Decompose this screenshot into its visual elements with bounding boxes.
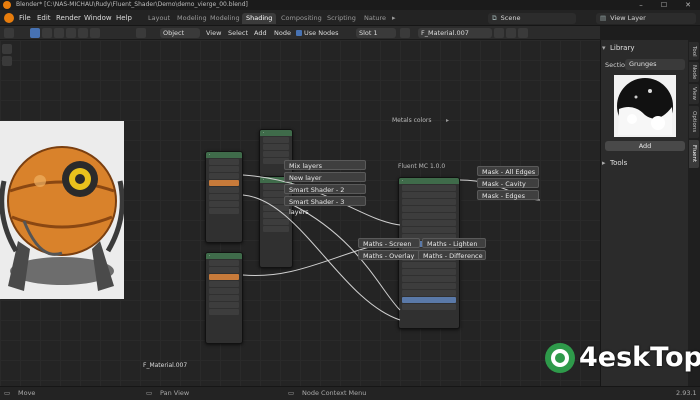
- node-editor-header: Object View Select Add Node Use Nodes Sl…: [0, 26, 600, 40]
- watermark-logo: 4eskTop: [543, 339, 700, 377]
- workspace-tab-compositing[interactable]: Compositing: [277, 13, 326, 24]
- slot-dropdown[interactable]: Slot 1: [356, 28, 396, 38]
- section-dropdown[interactable]: Grunges: [625, 59, 685, 70]
- blender-menu-icon[interactable]: [4, 13, 14, 23]
- menu-help[interactable]: Help: [116, 10, 132, 26]
- menu-item-new-layer[interactable]: New layer: [284, 172, 366, 182]
- tab-node[interactable]: Node: [689, 62, 699, 82]
- mouse-right-icon: ▭: [288, 389, 295, 397]
- menu-file[interactable]: File: [19, 10, 31, 26]
- scene-name: Scene: [500, 14, 521, 22]
- node-menu[interactable]: Node: [274, 28, 291, 38]
- library-panel-header[interactable]: ▾ Library: [601, 42, 689, 54]
- shader-type-icon[interactable]: [136, 28, 146, 38]
- material-name-field[interactable]: F_Material.007: [418, 28, 492, 38]
- panel-collapse-icon: ▾: [602, 44, 606, 52]
- window-title: Blender* [C:\NAS-MICHAU\Rudy\Fluent_Shad…: [16, 1, 248, 8]
- menu-item-maths-screen[interactable]: Maths - Screen: [358, 238, 420, 248]
- menu-item-mask-edges[interactable]: Mask - Edges: [477, 190, 539, 200]
- status-move: Move: [18, 389, 36, 397]
- tab-options[interactable]: Options: [689, 106, 699, 138]
- use-nodes-label: Use Nodes: [304, 29, 339, 37]
- menu-item-mask-all-edges[interactable]: Mask - All Edges: [477, 166, 539, 176]
- fake-user-icon[interactable]: [494, 28, 504, 38]
- material-browse-icon[interactable]: [400, 28, 410, 38]
- workspace-tab-3[interactable]: Modeling: [206, 13, 244, 24]
- select-mode-subtract-icon[interactable]: [66, 28, 76, 38]
- grunge-thumbnail-image: [614, 75, 676, 137]
- metals-colors-label: Metals colors: [392, 117, 432, 124]
- window-title-bar: Blender* [C:\NAS-MICHAU\Rudy\Fluent_Shad…: [0, 0, 700, 10]
- section-value: Grunges: [629, 60, 657, 68]
- menu-item-maths-difference[interactable]: Maths - Difference: [418, 250, 486, 260]
- duplicate-icon[interactable]: [506, 28, 516, 38]
- object-mode-label: Object: [163, 29, 185, 37]
- select-mode-intersect-icon[interactable]: [90, 28, 100, 38]
- main-menu-bar: File Edit Render Window Help Layout Mode…: [0, 10, 700, 26]
- menu-item-mix-layers[interactable]: Mix layers: [284, 160, 366, 170]
- sidebar-tabs: Tool Node View Options Fluent: [688, 40, 700, 386]
- tab-fluent[interactable]: Fluent: [689, 140, 699, 168]
- use-nodes-checkbox[interactable]: Use Nodes: [296, 28, 339, 38]
- watermark-text: 4eskTop: [579, 342, 700, 373]
- status-bar: ▭ Move ▭ Pan View ▭ Node Context Menu 2.…: [0, 386, 700, 400]
- workspace-tab-layout[interactable]: Layout: [144, 13, 174, 24]
- close-button[interactable]: ✕: [677, 0, 699, 10]
- status-pan-view: Pan View: [160, 389, 190, 397]
- material-name-overlay: F_Material.007: [143, 362, 188, 369]
- mouse-left-icon: ▭: [4, 389, 11, 397]
- menu-render[interactable]: Render: [56, 10, 81, 26]
- menu-edit[interactable]: Edit: [37, 10, 51, 26]
- workspace-tab-2[interactable]: Modeling: [173, 13, 211, 24]
- tools-panel-header[interactable]: ▸ Tools: [601, 157, 689, 169]
- scene-icon: ⧉: [492, 14, 497, 22]
- library-title: Library: [610, 44, 635, 52]
- status-context-menu: Node Context Menu: [302, 389, 367, 397]
- workspace-scroll-icon[interactable]: ▸: [392, 13, 396, 24]
- add-button[interactable]: Add: [605, 141, 685, 151]
- panel-expand-icon: ▸: [602, 159, 606, 167]
- view-layer-name: View Layer: [610, 14, 646, 22]
- menu-item-smart-shader-2[interactable]: Smart Shader - 2 layers: [284, 184, 366, 204]
- slot-label: Slot 1: [359, 29, 378, 37]
- blender-version: 2.93.1: [676, 389, 697, 397]
- add-menu[interactable]: Add: [254, 28, 267, 38]
- unlink-icon[interactable]: [518, 28, 528, 38]
- node-sidebar: ▾ Library Sectio Grunges Add ▸ Tools: [600, 40, 688, 386]
- grunge-thumbnail[interactable]: [614, 75, 676, 137]
- select-box-icon[interactable]: [30, 28, 40, 38]
- section-label: Sectio: [605, 61, 626, 69]
- view-layer-selector[interactable]: ▤ View Layer: [596, 13, 696, 24]
- minimize-button[interactable]: –: [630, 0, 652, 10]
- workspace-tab-scripting[interactable]: Scripting: [323, 13, 360, 24]
- select-mode-new-icon[interactable]: [42, 28, 52, 38]
- workspace-tab-shading[interactable]: Shading: [242, 13, 277, 24]
- menu-item-maths-overlay[interactable]: Maths - Overlay: [358, 250, 420, 260]
- maximize-button[interactable]: ☐: [653, 0, 675, 10]
- scene-selector[interactable]: ⧉ Scene: [488, 13, 576, 24]
- select-menu[interactable]: Select: [228, 28, 248, 38]
- metals-colors-arrow-icon[interactable]: ▸: [446, 117, 449, 124]
- blender-logo-icon: [3, 1, 11, 9]
- tab-tool[interactable]: Tool: [689, 42, 699, 60]
- menu-window[interactable]: Window: [84, 10, 112, 26]
- menu-item-smart-shader-3[interactable]: Smart Shader - 3 layers: [284, 196, 366, 216]
- menu-item-maths-lighten[interactable]: Maths - Lighten: [422, 238, 486, 248]
- mouse-middle-icon: ▭: [146, 389, 153, 397]
- checkbox-icon: [296, 30, 302, 36]
- editor-type-icon[interactable]: [4, 28, 14, 38]
- fluent-mc-label: Fluent MC 1.0.0: [398, 163, 446, 170]
- select-mode-extend-icon[interactable]: [54, 28, 64, 38]
- menu-item-mask-cavity[interactable]: Mask - Cavity: [477, 178, 539, 188]
- tools-title: Tools: [610, 159, 628, 167]
- tab-view[interactable]: View: [689, 84, 699, 104]
- view-layer-icon: ▤: [600, 14, 607, 22]
- workspace-tab-nature[interactable]: Nature: [360, 13, 390, 24]
- view-menu[interactable]: View: [206, 28, 221, 38]
- material-name: F_Material.007: [421, 29, 469, 37]
- select-mode-invert-icon[interactable]: [78, 28, 88, 38]
- object-mode-dropdown[interactable]: Object: [160, 28, 200, 38]
